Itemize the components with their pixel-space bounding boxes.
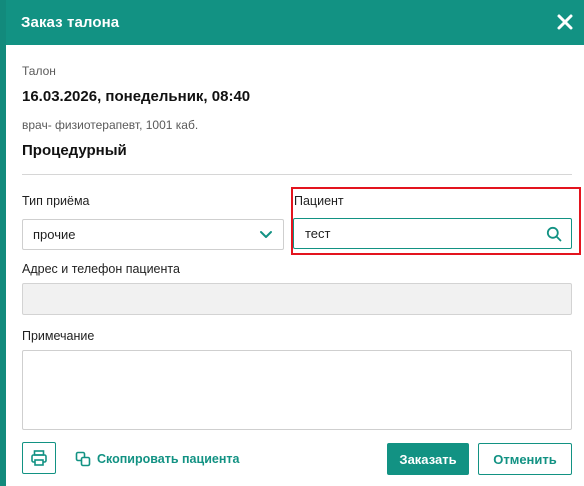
visit-type-select[interactable]: прочие (22, 219, 284, 250)
visit-type-value: прочие (33, 227, 76, 242)
submit-order-button[interactable]: Заказать (387, 443, 469, 475)
address-phone-label: Адрес и телефон пациента (22, 262, 180, 276)
patient-search-input[interactable]: тест (293, 218, 572, 249)
address-phone-input (22, 283, 572, 315)
patient-label: Пациент (294, 194, 344, 208)
note-label: Примечание (22, 329, 95, 343)
close-icon[interactable] (556, 13, 574, 31)
ticket-cabinet-name: Процедурный (22, 142, 127, 159)
print-button[interactable] (22, 442, 56, 474)
dialog-titlebar: Заказ талона (6, 0, 584, 45)
note-textarea[interactable] (22, 350, 572, 430)
visit-type-label: Тип приёма (22, 194, 90, 208)
printer-icon (31, 450, 47, 466)
patient-input-value: тест (305, 226, 331, 241)
chevron-down-icon (260, 231, 272, 238)
copy-patient-link[interactable]: Скопировать пациента (75, 451, 239, 467)
copy-patient-label: Скопировать пациента (97, 452, 240, 466)
ticket-section-label: Талон (22, 64, 56, 78)
ticket-datetime: 16.03.2026, понедельник, 08:40 (22, 88, 251, 105)
order-ticket-dialog: Заказ талона Талон 16.03.2026, понедельн… (0, 0, 584, 486)
cancel-button[interactable]: Отменить (478, 443, 572, 475)
search-icon[interactable] (546, 226, 562, 242)
copy-icon (75, 451, 91, 467)
ticket-doctor: врач- физиотерапевт, 1001 каб. (22, 118, 199, 132)
section-divider (22, 174, 572, 175)
dialog-title: Заказ талона (21, 14, 120, 31)
